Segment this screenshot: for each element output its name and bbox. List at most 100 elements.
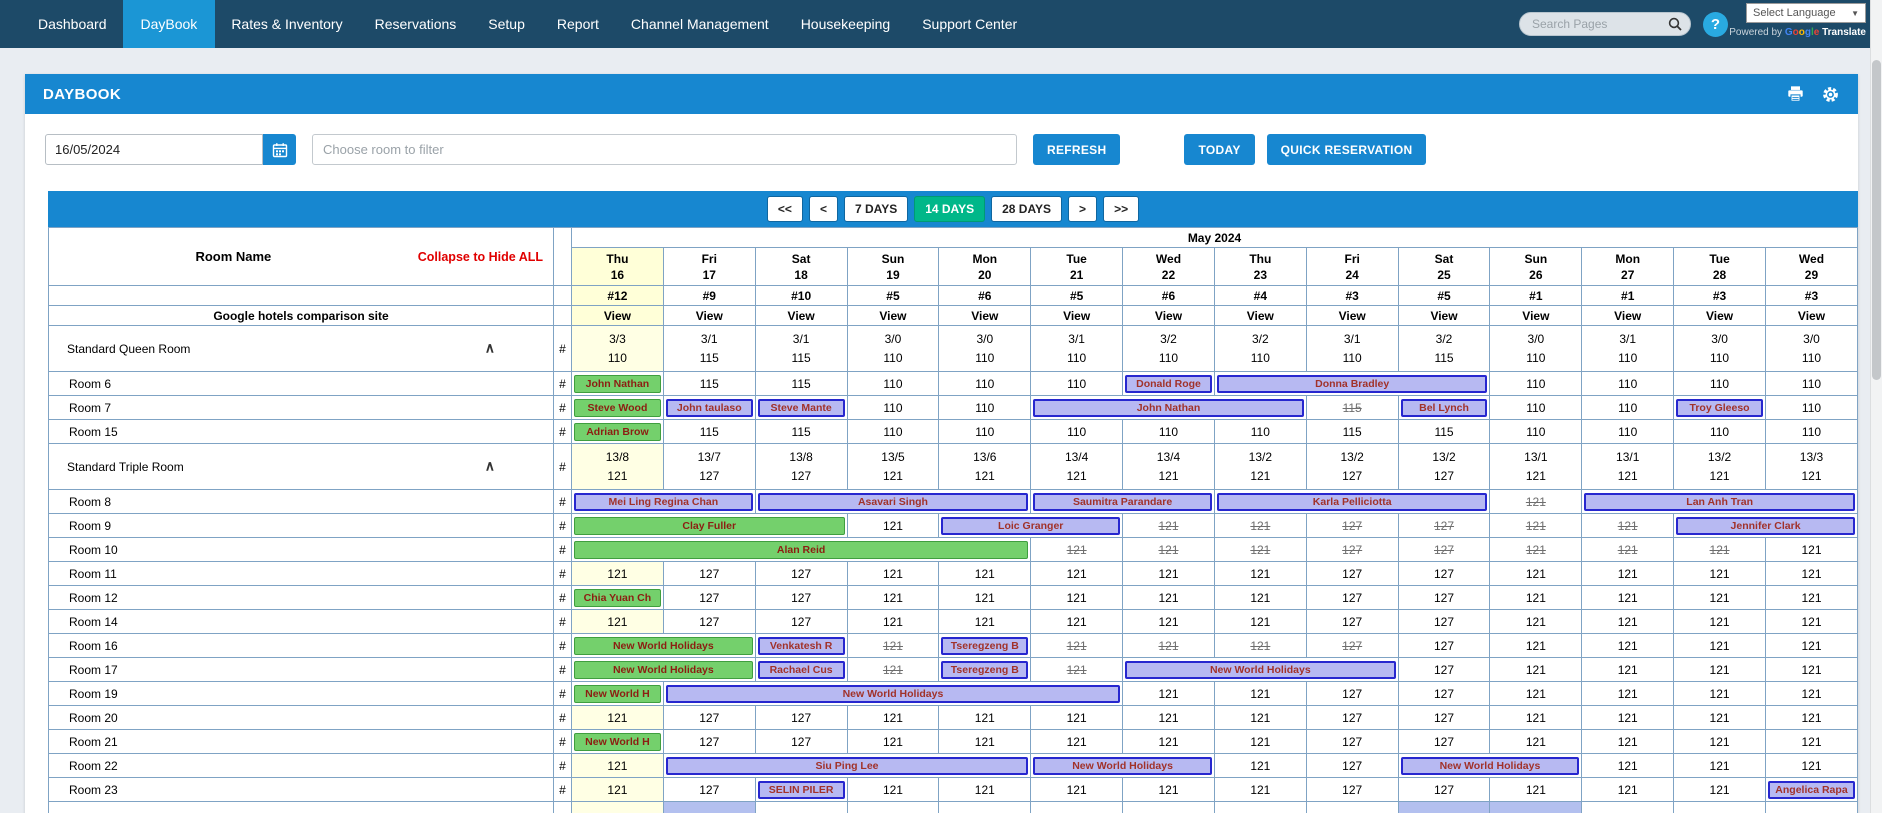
rate-cell[interactable]: 115 (1397, 419, 1491, 444)
rate-cell[interactable]: 121 (1581, 633, 1675, 658)
view-link[interactable]: View (1122, 305, 1215, 326)
rate-cell[interactable]: 121 (1213, 729, 1307, 754)
pager-button-14-days[interactable]: 14 DAYS (914, 196, 986, 222)
rate-cell[interactable]: 121 (1764, 561, 1859, 586)
booking-bar[interactable]: New World H (574, 684, 661, 703)
rate-cell[interactable]: 127 (1305, 609, 1399, 634)
rate-cell[interactable]: 127 (1305, 729, 1399, 754)
booking-bar[interactable]: Troy Gleeso (1676, 398, 1763, 417)
hash-link[interactable]: # (553, 513, 572, 538)
hash-link[interactable]: # (553, 777, 572, 802)
rate-cell[interactable]: 127 (754, 705, 848, 730)
hash-link[interactable]: # (553, 609, 572, 634)
booking-bar[interactable]: Lan Anh Tran (1584, 492, 1855, 511)
booking-bar[interactable]: Karla Pelliciotta (1216, 492, 1488, 511)
collapse-all-button[interactable]: Collapse to Hide ALL (418, 250, 553, 264)
nav-item-support-center[interactable]: Support Center (906, 0, 1033, 48)
rate-cell[interactable]: 121 (1581, 729, 1675, 754)
rate-cell[interactable]: 121 (1213, 561, 1307, 586)
booking-bar[interactable]: Alan Reid (574, 540, 1029, 559)
rate-cell[interactable]: 121 (1213, 777, 1307, 802)
rate-cell[interactable]: 121 (1673, 777, 1766, 802)
rate-cell[interactable]: 110 (1581, 419, 1675, 444)
hash-link[interactable]: # (553, 681, 572, 706)
booking-bar[interactable]: Adrian Brow (574, 422, 661, 441)
rate-cell[interactable]: 121 (1673, 585, 1766, 610)
rate-cell[interactable]: 121 (1122, 537, 1215, 562)
rate-cell[interactable]: 121 (1764, 633, 1859, 658)
nav-item-dashboard[interactable]: Dashboard (22, 0, 123, 48)
booking-bar[interactable]: Chia Yuan Ch (574, 588, 661, 607)
rate-cell[interactable]: 121 (1122, 513, 1215, 538)
rate-cell[interactable]: 110 (1581, 371, 1675, 396)
rate-cell[interactable]: 127 (754, 561, 848, 586)
rate-cell[interactable]: 127 (662, 561, 756, 586)
booking-bar[interactable]: New World Holidays (1400, 756, 1580, 775)
rate-cell[interactable]: 121 (846, 777, 940, 802)
rate-cell[interactable]: 121 (1122, 681, 1215, 706)
refresh-button[interactable]: REFRESH (1033, 134, 1121, 165)
room-filter-input[interactable] (312, 134, 1017, 165)
rate-cell[interactable]: 121 (1673, 561, 1766, 586)
booking-bar[interactable]: New World Holidays (574, 660, 753, 679)
gear-icon[interactable] (1821, 85, 1840, 104)
rate-cell[interactable]: 121 (1673, 681, 1766, 706)
hash-link[interactable]: # (553, 395, 572, 420)
rate-cell[interactable]: 110 (1489, 419, 1583, 444)
rate-cell[interactable]: 121 (1489, 513, 1583, 538)
collapse-chevron-icon[interactable]: ∧ (485, 457, 495, 474)
rate-cell[interactable]: 121 (1764, 609, 1859, 634)
rate-cell[interactable]: 121 (1581, 537, 1675, 562)
rate-cell[interactable]: 121 (571, 753, 664, 778)
print-icon[interactable] (1786, 85, 1805, 103)
rate-cell[interactable]: 121 (1489, 633, 1583, 658)
booking-bar[interactable]: Donna Bradley (1216, 374, 1488, 393)
rate-cell[interactable]: 121 (846, 561, 940, 586)
rate-cell[interactable]: 127 (662, 585, 756, 610)
rate-cell[interactable]: 121 (1122, 609, 1215, 634)
rate-cell[interactable]: 127 (1397, 729, 1491, 754)
rate-cell[interactable]: 121 (1581, 609, 1675, 634)
page-scrollbar[interactable] (1870, 0, 1882, 813)
booking-bar[interactable]: Bel Lynch (1400, 398, 1488, 417)
view-link[interactable]: View (1673, 305, 1766, 326)
quick-reservation-button[interactable]: QUICK RESERVATION (1266, 134, 1427, 165)
rate-cell[interactable]: 110 (1581, 395, 1675, 420)
hash-link[interactable]: # (553, 801, 572, 813)
rate-cell[interactable]: 121 (1489, 681, 1583, 706)
view-link[interactable]: View (1397, 305, 1491, 326)
view-link[interactable]: View (571, 305, 664, 326)
rate-cell[interactable]: 121 (1764, 585, 1859, 610)
rate-cell[interactable]: 121 (1030, 609, 1124, 634)
date-input[interactable] (45, 134, 263, 165)
view-link[interactable]: View (754, 305, 848, 326)
rate-cell[interactable]: 121 (1764, 657, 1859, 682)
rate-cell[interactable]: 127 (1397, 561, 1491, 586)
booking-bar[interactable]: SELIN PILER (757, 780, 845, 799)
rate-cell[interactable]: 127 (1397, 705, 1491, 730)
rate-cell[interactable]: 121 (846, 657, 940, 682)
rate-cell[interactable]: 121 (1581, 585, 1675, 610)
rate-cell[interactable]: 121 (1673, 729, 1766, 754)
booking-bar[interactable]: New World H (574, 732, 661, 751)
rate-cell[interactable]: 121 (1213, 537, 1307, 562)
booking-bar[interactable]: John Nathan (1033, 398, 1304, 417)
rate-cell[interactable]: 121 (938, 609, 1032, 634)
hash-link[interactable]: # (553, 537, 572, 562)
rate-cell[interactable]: 110 (1489, 395, 1583, 420)
rate-cell[interactable]: 127 (1397, 777, 1491, 802)
help-icon[interactable]: ? (1703, 11, 1728, 37)
booking-bar[interactable]: Rachael Cus (757, 660, 845, 679)
rate-cell[interactable]: 127 (754, 729, 848, 754)
rate-cell[interactable]: 121 (1213, 681, 1307, 706)
hash-link[interactable]: # (553, 729, 572, 754)
nav-item-report[interactable]: Report (541, 0, 615, 48)
booking-bar[interactable]: Tseregzeng B (941, 636, 1029, 655)
rate-cell[interactable]: 127 (1397, 585, 1491, 610)
rate-cell[interactable]: 121 (1581, 753, 1675, 778)
language-select[interactable]: Select Language ▼ (1746, 3, 1866, 23)
rate-cell[interactable]: 127 (1305, 513, 1399, 538)
rate-cell[interactable]: 121 (1673, 753, 1766, 778)
rate-cell[interactable]: 121 (1581, 705, 1675, 730)
rate-cell[interactable]: 121 (1489, 705, 1583, 730)
